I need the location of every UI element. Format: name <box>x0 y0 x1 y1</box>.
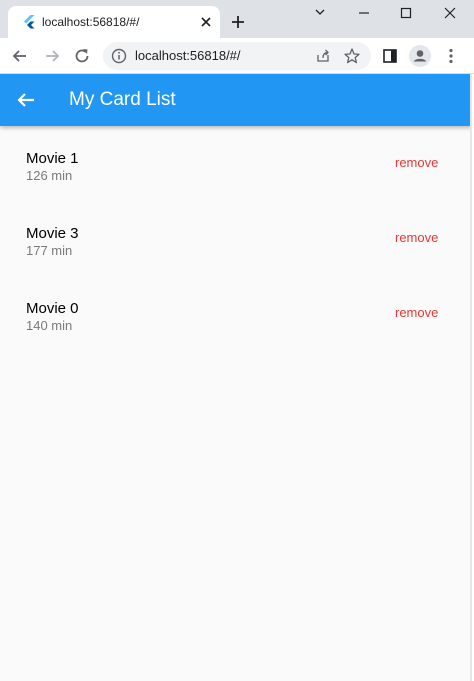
sidebar-icon[interactable] <box>380 46 400 66</box>
item-title: Movie 3 <box>26 225 79 242</box>
browser-toolbar: localhost:56818/#/ <box>0 38 474 74</box>
back-arrow-icon[interactable] <box>10 46 30 66</box>
item-duration: 126 min <box>26 168 73 183</box>
chevron-down-icon[interactable] <box>310 4 330 22</box>
app-bar: My Card List <box>0 74 470 126</box>
item-duration: 177 min <box>26 243 73 258</box>
url-text[interactable]: localhost:56818/#/ <box>135 48 241 64</box>
app-viewport: My Card List Movie 1 126 min remove Movi… <box>0 74 472 681</box>
minimize-icon[interactable] <box>354 4 374 22</box>
page-title: My Card List <box>69 89 176 110</box>
flutter-favicon-icon <box>24 15 35 29</box>
tab-title: localhost:56818/#/ <box>42 15 140 29</box>
profile-icon[interactable] <box>409 45 431 67</box>
remove-button[interactable]: remove <box>390 305 443 321</box>
browser-tab-bar: localhost:56818/#/ <box>0 0 474 38</box>
browser-tab[interactable]: localhost:56818/#/ <box>8 6 220 38</box>
star-icon[interactable] <box>343 47 361 65</box>
maximize-icon[interactable] <box>396 4 416 22</box>
forward-arrow-icon[interactable] <box>42 46 62 66</box>
share-icon[interactable] <box>315 48 331 64</box>
list-item[interactable]: Movie 0 140 min remove <box>0 276 470 351</box>
close-icon[interactable] <box>198 14 214 30</box>
remove-button[interactable]: remove <box>390 230 443 246</box>
info-icon[interactable] <box>111 48 127 64</box>
item-title: Movie 1 <box>26 150 79 167</box>
more-icon[interactable] <box>441 46 461 66</box>
reload-icon[interactable] <box>72 46 92 66</box>
remove-button[interactable]: remove <box>390 155 443 171</box>
window-close-icon[interactable] <box>440 4 460 22</box>
item-duration: 140 min <box>26 318 73 333</box>
list-item[interactable]: Movie 1 126 min remove <box>0 126 470 201</box>
list-item[interactable]: Movie 3 177 min remove <box>0 201 470 276</box>
plus-icon[interactable] <box>230 14 246 30</box>
back-arrow-icon[interactable] <box>14 88 38 112</box>
address-bar[interactable]: localhost:56818/#/ <box>103 42 371 70</box>
item-title: Movie 0 <box>26 300 79 317</box>
